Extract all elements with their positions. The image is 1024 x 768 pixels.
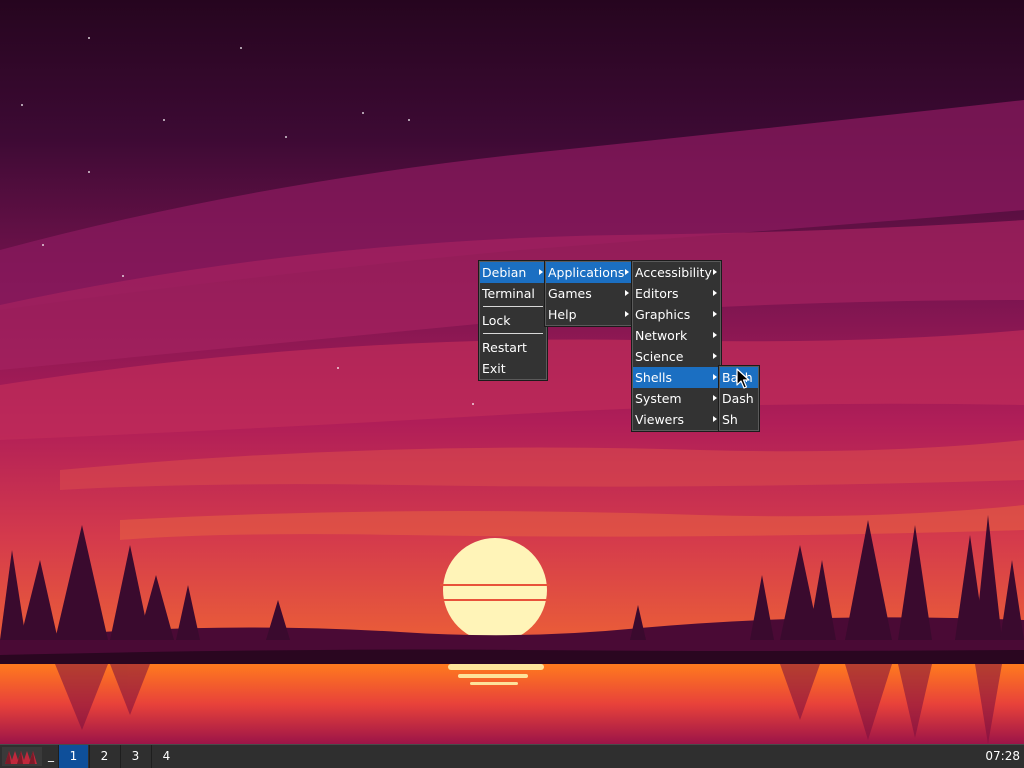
menu-item-games[interactable]: Games <box>546 283 632 304</box>
menu-item-shells[interactable]: Shells <box>633 367 720 388</box>
workspace-4-button[interactable]: 4 <box>151 745 181 768</box>
menu-item-label: Network <box>635 328 688 343</box>
submenu-arrow-icon <box>713 332 717 338</box>
submenu-arrow-icon <box>713 353 717 359</box>
menu-item-editors[interactable]: Editors <box>633 283 720 304</box>
workspace-3-button[interactable]: 3 <box>120 745 150 768</box>
menu-item-label: Editors <box>635 286 679 301</box>
debian-submenu: Applications Games Help <box>545 261 633 326</box>
desktop-wallpaper <box>0 0 1024 768</box>
root-menu: Debian Terminal Lock Restart Exit <box>479 261 547 380</box>
menu-item-terminal[interactable]: Terminal <box>480 283 546 304</box>
submenu-arrow-icon <box>713 374 717 380</box>
menu-item-label: Accessibility <box>635 265 712 280</box>
submenu-arrow-icon <box>625 311 629 317</box>
menu-item-label: Games <box>548 286 592 301</box>
menu-item-label: Viewers <box>635 412 685 427</box>
submenu-arrow-icon <box>625 290 629 296</box>
submenu-arrow-icon <box>713 269 717 275</box>
menu-item-label: Lock <box>482 313 511 328</box>
workspace-1-button[interactable]: 1 <box>58 745 88 768</box>
menu-item-dash[interactable]: Dash <box>720 388 758 409</box>
jwm-logo-icon[interactable] <box>2 747 42 766</box>
submenu-arrow-icon <box>539 269 543 275</box>
menu-item-network[interactable]: Network <box>633 325 720 346</box>
submenu-arrow-icon <box>625 269 629 275</box>
menu-item-label: Shells <box>635 370 673 385</box>
menu-item-graphics[interactable]: Graphics <box>633 304 720 325</box>
menu-item-applications[interactable]: Applications <box>546 262 632 283</box>
taskbar: _ 1 2 3 4 07:28 <box>0 744 1024 768</box>
submenu-arrow-icon <box>713 290 717 296</box>
menu-item-label: System <box>635 391 682 406</box>
mouse-pointer-icon <box>736 368 750 389</box>
menu-item-label: Terminal <box>482 286 535 301</box>
menu-item-lock[interactable]: Lock <box>480 310 546 331</box>
menu-item-viewers[interactable]: Viewers <box>633 409 720 430</box>
menu-item-system[interactable]: System <box>633 388 720 409</box>
menu-item-restart[interactable]: Restart <box>480 337 546 358</box>
menu-item-label: Exit <box>482 361 506 376</box>
menu-item-debian[interactable]: Debian <box>480 262 546 283</box>
workspace-2-button[interactable]: 2 <box>89 745 119 768</box>
menu-item-accessibility[interactable]: Accessibility <box>633 262 720 283</box>
menu-item-label: Science <box>635 349 684 364</box>
menu-item-label: Applications <box>548 265 625 280</box>
menu-item-label: Graphics <box>635 307 691 322</box>
menu-item-science[interactable]: Science <box>633 346 720 367</box>
menu-item-label: Help <box>548 307 577 322</box>
menu-item-label: Restart <box>482 340 527 355</box>
menu-item-exit[interactable]: Exit <box>480 358 546 379</box>
clock[interactable]: 07:28 <box>985 745 1020 768</box>
submenu-arrow-icon <box>713 395 717 401</box>
menu-item-sh[interactable]: Sh <box>720 409 758 430</box>
menu-item-label: Debian <box>482 265 527 280</box>
submenu-arrow-icon <box>713 311 717 317</box>
menu-item-label: Sh <box>722 412 738 427</box>
menu-item-label: Dash <box>722 391 754 406</box>
iconify-button[interactable]: _ <box>45 745 57 768</box>
applications-submenu: Accessibility Editors Graphics Network S… <box>632 261 721 431</box>
submenu-arrow-icon <box>713 416 717 422</box>
menu-item-help[interactable]: Help <box>546 304 632 325</box>
